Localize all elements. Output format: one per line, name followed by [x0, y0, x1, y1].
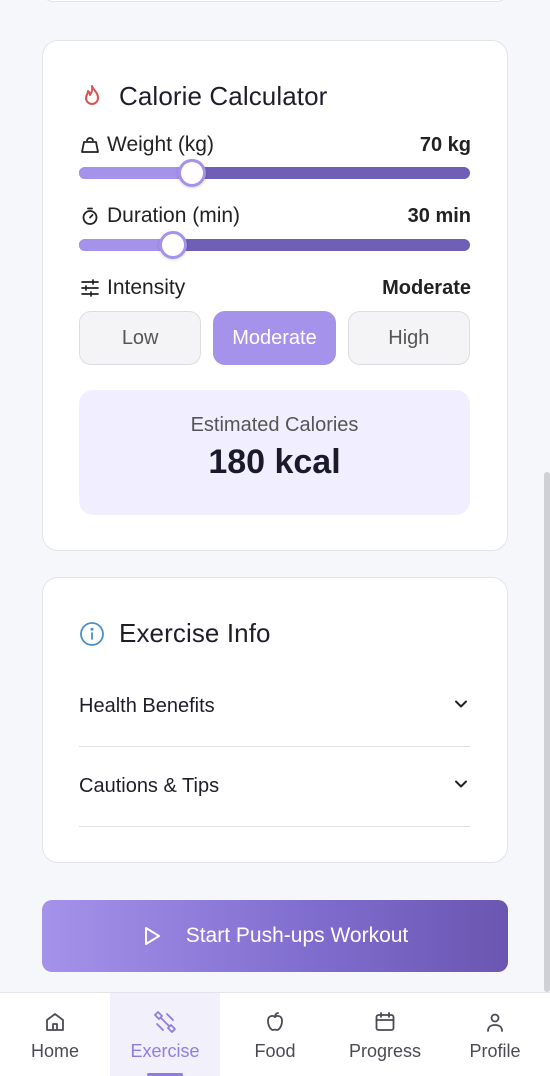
intensity-selector: Low Moderate High [79, 311, 470, 365]
start-workout-button[interactable]: Start Push-ups Workout [42, 900, 508, 972]
apple-icon [263, 1009, 287, 1035]
accordion-cautions-tips[interactable]: Cautions & Tips [79, 747, 470, 827]
nav-label: Profile [469, 1041, 521, 1061]
nav-label: Food [254, 1041, 296, 1061]
chevron-down-icon [452, 695, 470, 719]
accordion-label: Health Benefits [79, 695, 215, 717]
intensity-label: Intensity [107, 276, 186, 299]
scrollbar[interactable] [544, 472, 550, 992]
nav-item-profile[interactable]: Profile [440, 993, 550, 1076]
estimated-calories-label: Estimated Calories [190, 414, 359, 436]
duration-label: Duration (min) [107, 204, 241, 227]
weight-icon [79, 134, 101, 156]
weight-value: 70 kg [419, 133, 471, 156]
calendar-icon [373, 1009, 397, 1035]
info-header: Exercise Info [79, 618, 271, 649]
play-icon [142, 925, 162, 947]
nav-item-progress[interactable]: Progress [330, 993, 440, 1076]
duration-value: 30 min [407, 204, 471, 227]
info-icon [79, 621, 105, 647]
weight-slider-thumb[interactable] [178, 159, 206, 187]
bottom-nav: Home Exercise Food Progress Profile [0, 992, 550, 1076]
weight-row: Weight (kg) 70 kg [79, 133, 471, 157]
start-workout-label: Start Push-ups Workout [185, 924, 409, 947]
calorie-calculator-card: Calorie Calculator Weight (kg) 70 kg Dur… [42, 40, 508, 551]
duration-slider-thumb[interactable] [159, 231, 187, 259]
dumbbell-icon [152, 1009, 178, 1035]
estimated-calories-box: Estimated Calories 180 kcal [79, 390, 470, 515]
intensity-row: Intensity Moderate [79, 276, 471, 300]
intensity-option-high[interactable]: High [347, 311, 470, 365]
flame-icon [79, 84, 105, 110]
exercise-info-card: Exercise Info Health Benefits Cautions &… [42, 577, 508, 863]
weight-label: Weight (kg) [107, 133, 214, 156]
duration-slider[interactable] [79, 231, 470, 259]
calculator-title: Calorie Calculator [119, 81, 328, 111]
estimated-calories-value: 180 kcal [208, 443, 341, 481]
accordion-label: Cautions & Tips [79, 775, 220, 797]
nav-item-exercise[interactable]: Exercise [110, 993, 220, 1076]
intensity-value: Moderate [382, 276, 471, 299]
nav-item-home[interactable]: Home [0, 993, 110, 1076]
sliders-icon [79, 277, 101, 299]
info-title: Exercise Info [119, 618, 271, 648]
nav-label: Home [30, 1041, 79, 1061]
weight-slider[interactable] [79, 159, 470, 187]
nav-label: Exercise [130, 1041, 200, 1061]
nav-item-food[interactable]: Food [220, 993, 330, 1076]
intensity-option-moderate[interactable]: Moderate [213, 311, 336, 365]
chevron-down-icon [452, 775, 470, 799]
nav-label: Progress [348, 1041, 422, 1061]
home-icon [43, 1009, 67, 1035]
calculator-header: Calorie Calculator [79, 81, 327, 112]
stopwatch-icon [79, 205, 101, 227]
weight-slider-fill [79, 167, 192, 179]
previous-card-edge [42, 0, 508, 2]
accordion-health-benefits[interactable]: Health Benefits [79, 667, 470, 747]
person-icon [483, 1009, 507, 1035]
duration-row: Duration (min) 30 min [79, 204, 471, 228]
intensity-option-low[interactable]: Low [79, 311, 202, 365]
